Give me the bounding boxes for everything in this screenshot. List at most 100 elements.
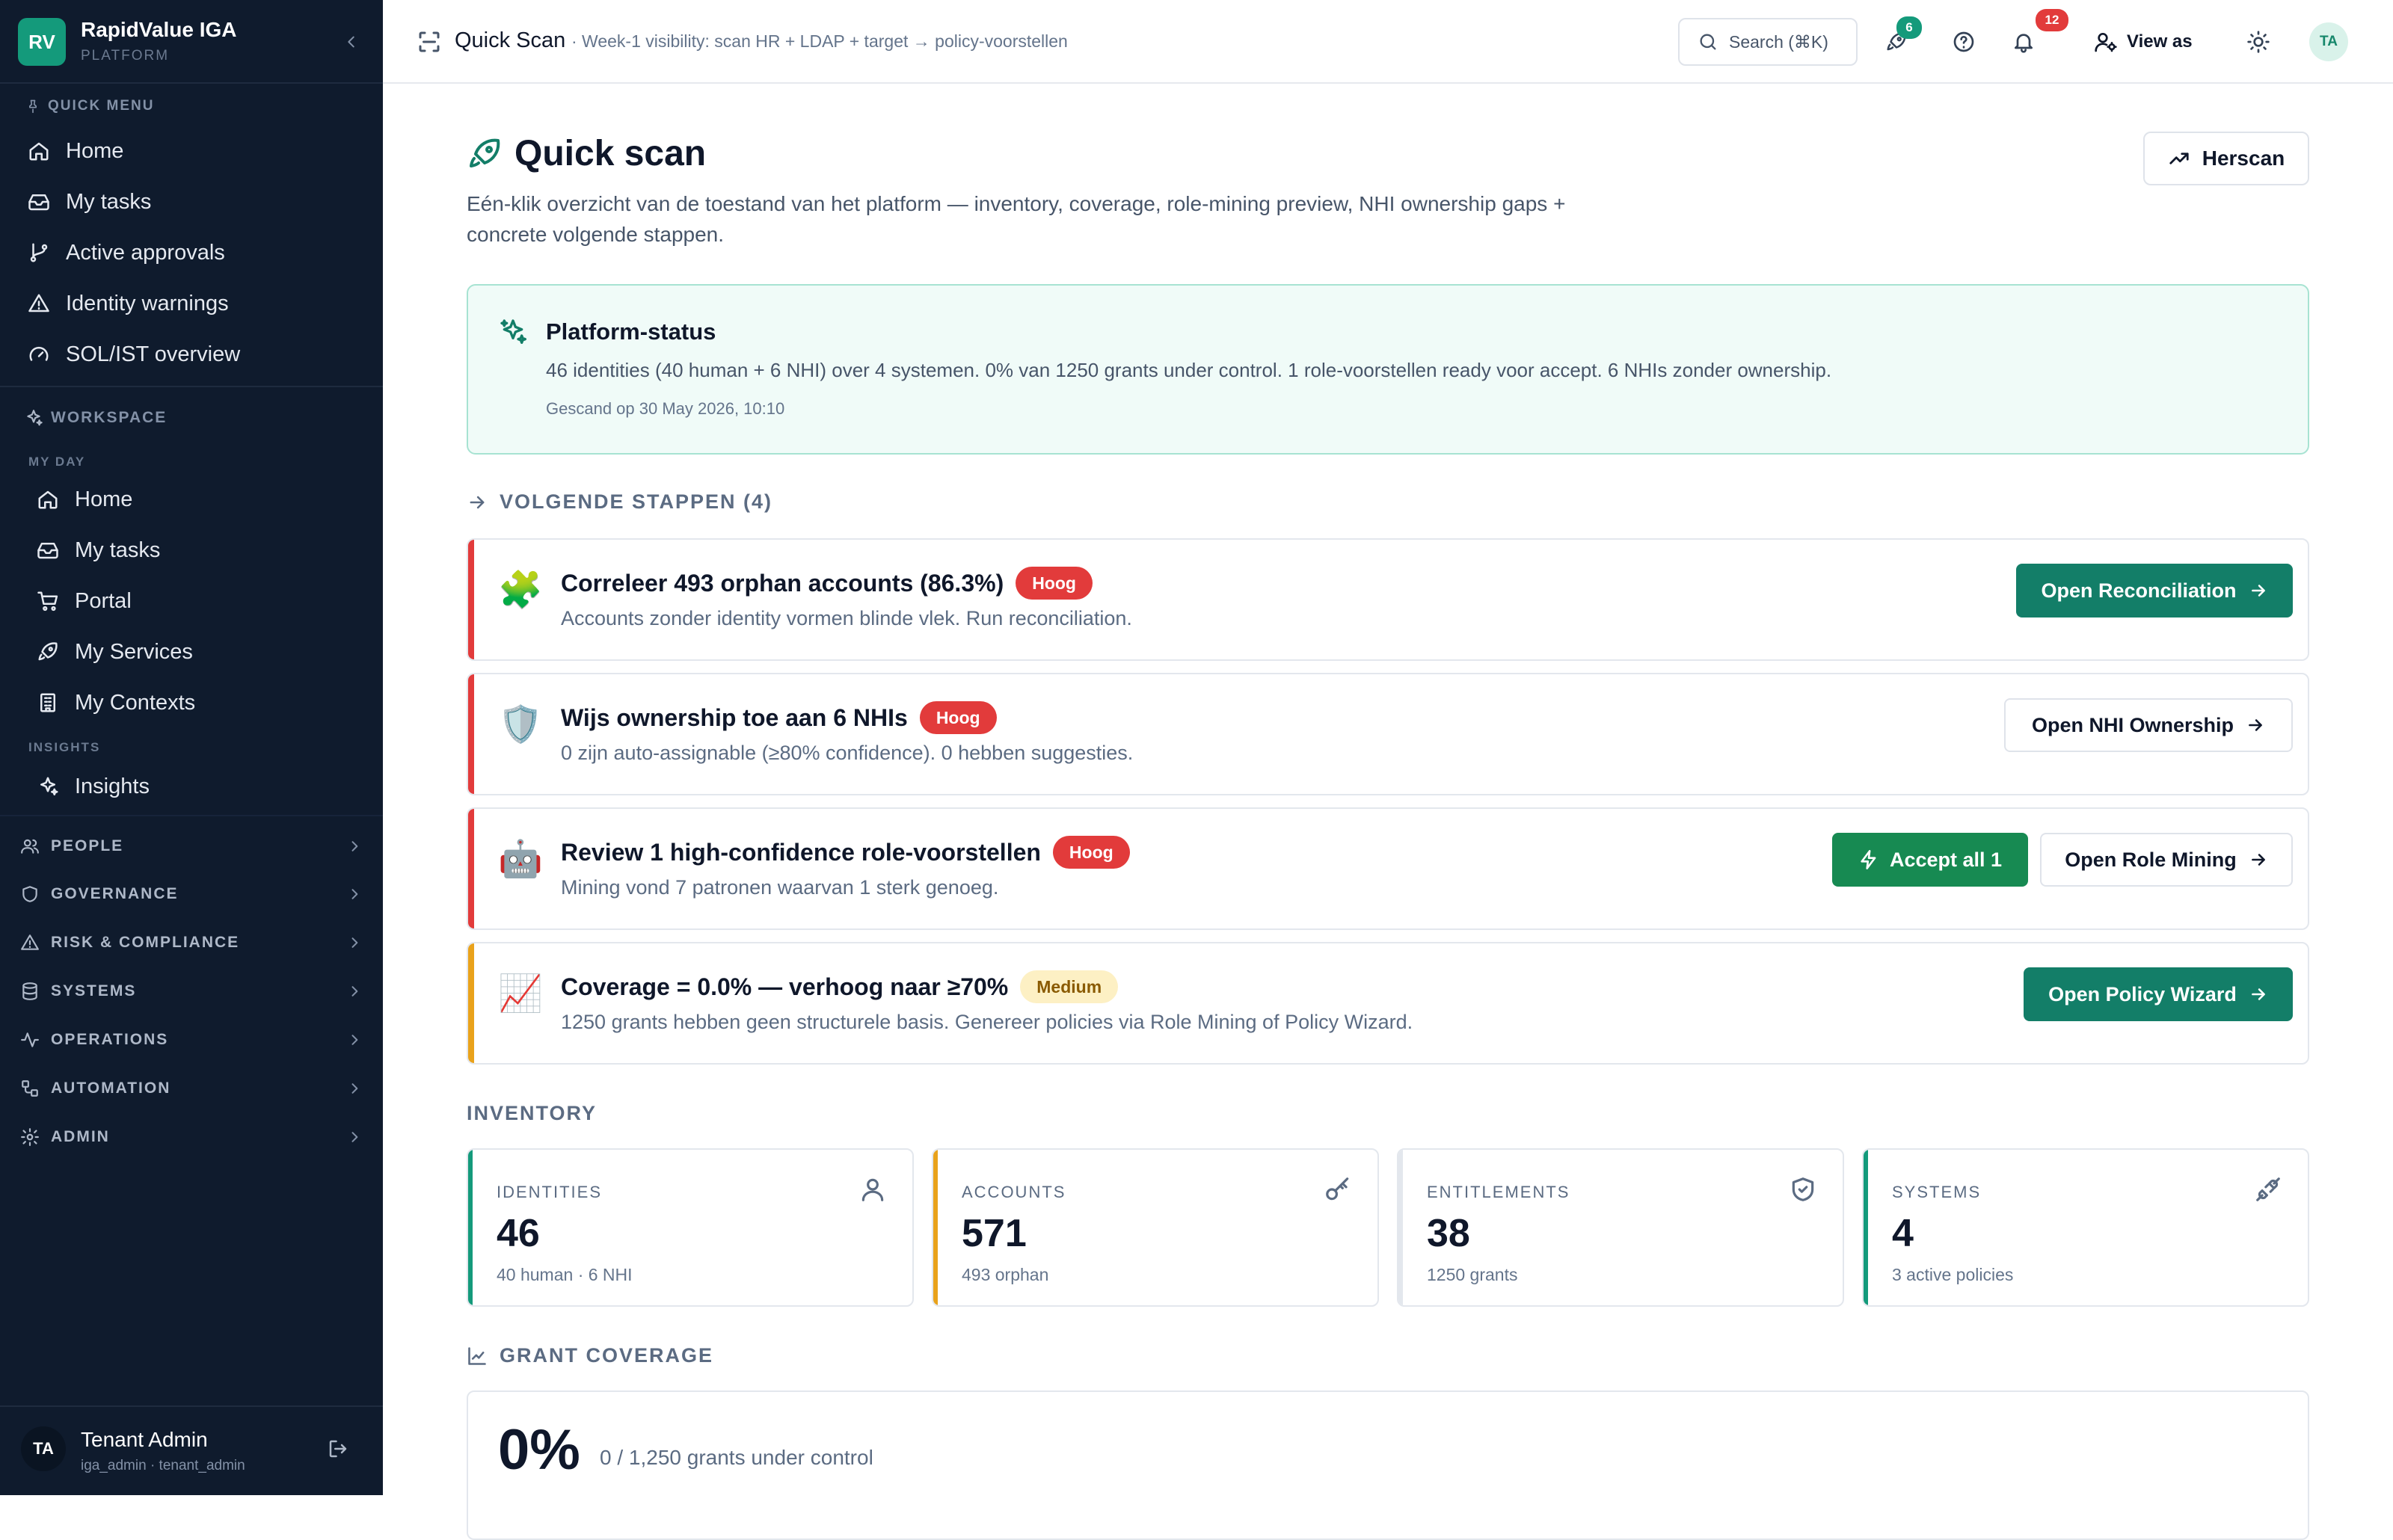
inventory-card-entitlements[interactable]: ENTITLEMENTS 38 1250 grants (1397, 1148, 1844, 1307)
sparkles-icon (33, 771, 63, 801)
priority-badge: Hoog (919, 701, 997, 734)
sidebar-item-portal[interactable]: Portal (15, 579, 366, 623)
shield-icon: 🛡️ (498, 705, 543, 745)
gear-icon (18, 1125, 42, 1149)
priority-badge: Hoog (1052, 836, 1130, 869)
step-description: 0 zijn auto-assignable (≥80% confidence)… (561, 742, 1134, 764)
step-title: Coverage = 0.0% — verhoog naar ≥70% Medi… (561, 970, 1119, 1003)
card-label: ENTITLEMENTS (1427, 1183, 1570, 1201)
page-title: Quick scan (514, 134, 707, 173)
logout-icon[interactable] (323, 1434, 353, 1464)
chevron-right-icon (347, 1130, 362, 1145)
inbox-icon (33, 535, 63, 565)
priority-bar (468, 943, 474, 1063)
arrow-right-icon (2249, 719, 2262, 731)
search-button[interactable]: Search (⌘K) (1678, 18, 1858, 66)
key-icon (1324, 1175, 1352, 1204)
sidebar-group-automation[interactable]: AUTOMATION (18, 1069, 362, 1108)
inventory-card-identities[interactable]: IDENTITIES 46 40 human · 6 NHI (467, 1148, 914, 1307)
accent-bar (933, 1150, 938, 1305)
notifications-count-badge: 12 (2036, 9, 2068, 31)
rescan-button[interactable]: Herscan (2143, 132, 2309, 185)
sidebar-group-admin[interactable]: ADMIN (18, 1118, 362, 1156)
sidebar-item-home[interactable]: Home (15, 477, 366, 522)
sidebar-group-governance[interactable]: GOVERNANCE (18, 875, 362, 914)
chevron-right-icon (347, 935, 362, 950)
brand-subtitle: PLATFORM (81, 48, 170, 64)
sidebar-item-my-tasks[interactable]: My tasks (15, 528, 366, 573)
status-timestamp: Gescand op 30 May 2026, 10:10 (546, 399, 785, 418)
building-icon (33, 688, 63, 718)
card-subtext: 1250 grants (1427, 1265, 1518, 1284)
step-title: Review 1 high-confidence role-voorstelle… (561, 836, 1130, 869)
card-subtext: 3 active policies (1892, 1265, 2014, 1284)
open-nhi-ownership-button[interactable]: Open NHI Ownership (2004, 698, 2293, 752)
lightning-icon (1861, 850, 1876, 869)
chevron-right-icon (347, 984, 362, 999)
sidebar-group-people[interactable]: PEOPLE (18, 827, 362, 866)
page-description: Eén-klik overzicht van de toestand van h… (467, 192, 1566, 246)
gauge-icon (24, 339, 54, 369)
status-summary: 46 identities (40 human + 6 NHI) over 4 … (546, 359, 1832, 381)
quick-menu-item-identity-warnings[interactable]: Identity warnings (15, 281, 366, 326)
card-value: 571 (962, 1212, 1027, 1255)
step-card: 🤖 Review 1 high-confidence role-voorstel… (467, 807, 2309, 930)
search-icon (1700, 34, 1716, 50)
workflow-icon (18, 1077, 42, 1100)
step-description: Mining vond 7 patronen waarvan 1 sterk g… (561, 876, 999, 899)
brand[interactable]: RV RapidValue IGA PLATFORM (18, 18, 365, 66)
user-role: iga_admin · tenant_admin (81, 1458, 245, 1473)
chart-up-icon: 📈 (498, 974, 543, 1014)
sidebar-item-my-contexts[interactable]: My Contexts (15, 680, 366, 725)
chevron-right-icon (347, 887, 362, 902)
sidebar: RV RapidValue IGA PLATFORM QUICK MENU Ho… (0, 0, 383, 1495)
chevron-right-icon (347, 839, 362, 854)
home-icon (24, 136, 54, 166)
bell-icon (2015, 34, 2033, 53)
collapse-sidebar-icon[interactable] (338, 28, 365, 55)
accept-all-button[interactable]: Accept all 1 (1832, 833, 2028, 887)
quick-menu-item-my-tasks[interactable]: My tasks (15, 179, 366, 224)
sidebar-divider (0, 815, 383, 816)
sparkles-icon (498, 317, 528, 347)
sidebar-group-systems[interactable]: SYSTEMS (18, 972, 362, 1011)
avatar[interactable]: TA (2309, 22, 2348, 61)
sidebar-item-my-services[interactable]: My Services (15, 629, 366, 674)
sidebar-item-insights[interactable]: Insights (15, 764, 366, 809)
quick-menu-item-sol-ist-overview[interactable]: SOL/IST overview (15, 332, 366, 377)
inventory-card-systems[interactable]: SYSTEMS 4 3 active policies (1862, 1148, 2309, 1307)
view-as-button[interactable]: View as (2094, 24, 2193, 60)
priority-bar (468, 540, 474, 659)
help-button[interactable] (1946, 24, 1982, 60)
notifications-button[interactable] (2006, 24, 2042, 60)
coverage-percent: 0% (498, 1418, 580, 1482)
quick-menu-label: QUICK MENU (25, 98, 154, 114)
inventory-card-accounts[interactable]: ACCOUNTS 571 493 orphan (932, 1148, 1379, 1307)
line-chart-icon (468, 1346, 486, 1365)
user-switch-icon (2095, 33, 2117, 52)
priority-bar (468, 809, 474, 928)
step-card: 🧩 Correleer 493 orphan accounts (86.3%) … (467, 538, 2309, 661)
brand-name: RapidValue IGA (81, 18, 237, 41)
user-card: TA Tenant Admin iga_admin · tenant_admin (0, 1405, 383, 1495)
activity-icon (18, 1028, 42, 1052)
plug-icon (2254, 1175, 2282, 1204)
avatar[interactable]: TA (21, 1426, 66, 1471)
card-value: 4 (1892, 1212, 1914, 1255)
sidebar-group-operations[interactable]: OPERATIONS (18, 1020, 362, 1059)
grant-coverage-card: 0% 0 / 1,250 grants under control (467, 1390, 2309, 1540)
sparkles-icon (27, 410, 43, 426)
sidebar-group-risk-compliance[interactable]: RISK & COMPLIANCE (18, 923, 362, 962)
next-steps-heading: VOLGENDE STAPPEN (4) (467, 490, 772, 514)
theme-toggle-button[interactable] (2240, 24, 2276, 60)
sun-icon (2247, 31, 2270, 53)
quick-menu-item-active-approvals[interactable]: Active approvals (15, 230, 366, 275)
insights-label: INSIGHTS (28, 740, 101, 754)
arrow-right-icon (2252, 988, 2265, 1000)
step-title: Wijs ownership toe aan 6 NHIs Hoog (561, 701, 997, 734)
open-role-mining-button[interactable]: Open Role Mining (2040, 833, 2293, 887)
open-reconciliation-button[interactable]: Open Reconciliation (2016, 564, 2293, 617)
quick-menu-item-home[interactable]: Home (15, 129, 366, 173)
open-policy-wizard-button[interactable]: Open Policy Wizard (2024, 967, 2293, 1021)
status-title: Platform-status (546, 318, 716, 345)
